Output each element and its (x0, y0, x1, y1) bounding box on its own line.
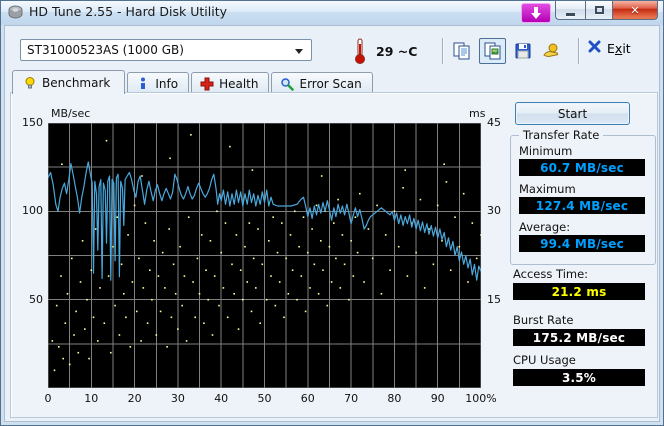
health-cross-icon (200, 77, 214, 91)
access-time-label: Access Time: (513, 267, 589, 281)
tab-benchmark[interactable]: Benchmark (12, 70, 126, 94)
x-tick: 100% (465, 392, 497, 405)
tab-label: Health (219, 76, 259, 91)
y-right-tick: 45 (487, 116, 501, 129)
tab-label: Benchmark (42, 75, 111, 90)
cpu-usage-label: CPU Usage (513, 353, 576, 367)
copy-text-button[interactable] (448, 38, 475, 64)
bulb-icon (23, 76, 37, 90)
exit-x-icon (588, 40, 601, 56)
transfer-rate-title: Transfer Rate (519, 128, 604, 142)
x-tick: 10 (84, 392, 99, 405)
tab-strip: Benchmark Info Health Error Scan (12, 70, 375, 94)
y-left-tick: 50 (29, 292, 43, 306)
close-button[interactable]: ✕ (613, 1, 658, 20)
burst-rate-value: 175.2 MB/sec (513, 329, 645, 346)
exit-button[interactable]: Exit (588, 40, 631, 56)
titlebar[interactable]: HD Tune 2.55 - Hard Disk Utility ✕ (1, 1, 663, 25)
y-left-axis-unit: MB/sec (51, 107, 91, 120)
y-left-tick: 150 (22, 116, 43, 129)
y-left-tick: 100 (22, 204, 43, 218)
x-tick: 30 (170, 392, 185, 405)
start-button[interactable]: Start (515, 102, 630, 125)
tab-error-scan[interactable]: Error Scan (271, 72, 373, 94)
toolbar-separator (578, 38, 580, 64)
window-controls: ✕ (555, 1, 658, 20)
screen-capture-icon[interactable] (521, 3, 551, 23)
tab-health[interactable]: Health (191, 72, 270, 94)
thermometer-icon (354, 38, 366, 64)
burst-rate-label: Burst Rate (513, 313, 574, 327)
maximize-icon (594, 6, 604, 14)
x-tick: 80 (387, 392, 402, 405)
magnifier-icon (280, 77, 295, 91)
client-area: ST31000523AS (1000 GB) 29 ~C Exit Benchm… (4, 25, 660, 422)
average-label: Average: (519, 220, 571, 234)
benchmark-chart: MB/sec ms 150 100 50 45 30 15 0 10 20 30 40 50 60 70 8… (11, 93, 511, 419)
chevron-down-icon (295, 49, 303, 54)
toolbar-separator (442, 38, 444, 64)
transfer-rate-groupbox: Transfer Rate Minimum 60.7 MB/sec Maximu… (510, 128, 656, 265)
hdtune-window: HD Tune 2.55 - Hard Disk Utility ✕ ST310… (0, 0, 664, 426)
donate-button[interactable] (537, 38, 564, 64)
x-tick: 0 (44, 392, 52, 405)
x-tick: 70 (344, 392, 359, 405)
drive-select[interactable]: ST31000523AS (1000 GB) (20, 39, 312, 61)
access-time-value: 21.2 ms (513, 283, 645, 300)
benchmark-page: MB/sec ms 150 100 50 45 30 15 0 10 20 30 40 50 60 70 8… (10, 92, 658, 418)
y-right-axis-unit: ms (469, 107, 486, 120)
window-title: HD Tune 2.55 - Hard Disk Utility (29, 4, 228, 19)
temperature-readout: 29 ~C (376, 44, 418, 59)
minimum-value: 60.7 MB/sec (519, 159, 645, 176)
minimum-label: Minimum (519, 144, 573, 158)
save-button[interactable] (509, 38, 536, 64)
info-icon (136, 77, 150, 91)
copy-image-button[interactable] (479, 38, 506, 64)
tab-label: Info (155, 76, 179, 91)
close-icon: ✕ (630, 3, 640, 17)
maximum-value: 127.4 MB/sec (519, 197, 645, 214)
x-tick: 20 (127, 392, 142, 405)
drive-select-value: ST31000523AS (1000 GB) (27, 43, 184, 57)
tab-label: Error Scan (299, 76, 362, 91)
exit-label: Exit (607, 40, 631, 56)
x-tick: 60 (300, 392, 315, 405)
x-tick: 90 (430, 392, 445, 405)
average-value: 99.4 MB/sec (519, 235, 645, 252)
cpu-usage-value: 3.5% (513, 369, 645, 386)
minimize-button[interactable] (555, 1, 585, 20)
tab-info[interactable]: Info (127, 72, 190, 94)
hard-disk-icon (8, 5, 23, 20)
minimize-icon (566, 12, 575, 16)
x-tick: 40 (214, 392, 229, 405)
plot-area (48, 123, 481, 388)
maximize-button[interactable] (585, 1, 613, 20)
x-tick: 50 (257, 392, 272, 405)
maximum-label: Maximum (519, 182, 576, 196)
